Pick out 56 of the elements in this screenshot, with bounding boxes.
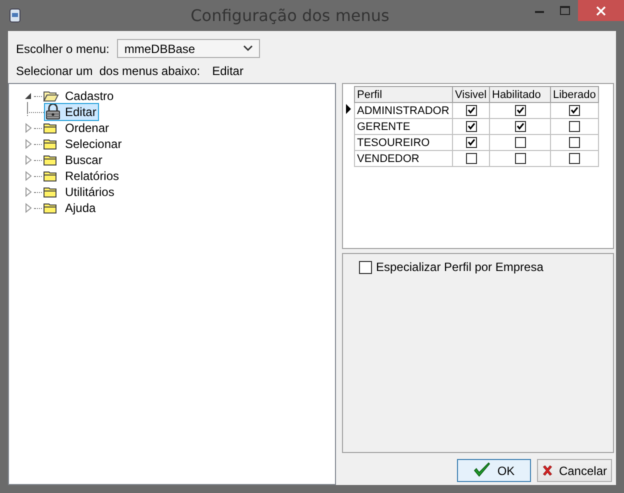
selected-menu-text: Editar — [212, 64, 244, 78]
tree-item[interactable]: Utilitários — [62, 184, 118, 200]
folder-icon — [43, 201, 59, 215]
folder-icon — [43, 153, 59, 167]
table-cell: VENDEDOR — [354, 150, 452, 166]
column-header[interactable]: Visivel — [452, 86, 490, 102]
padlock-icon — [45, 104, 61, 120]
close-button[interactable] — [578, 0, 624, 21]
tree-item[interactable]: Buscar — [62, 152, 106, 168]
checkbox[interactable] — [568, 105, 580, 116]
checkbox[interactable] — [568, 137, 580, 148]
checkbox[interactable] — [359, 260, 372, 274]
folder-icon — [43, 185, 59, 199]
window-title: Configuração dos menus — [190, 6, 390, 25]
close-icon — [596, 6, 606, 16]
open-folder-icon — [43, 89, 59, 103]
tree-item[interactable]: Relatórios — [62, 168, 122, 184]
checkbox[interactable] — [466, 121, 476, 132]
tree-item[interactable]: Cadastro — [62, 88, 117, 104]
table-cell: ADMINISTRADOR — [354, 102, 452, 118]
table-cell: GERENTE — [354, 118, 452, 134]
table-cell: TESOUREIRO — [354, 134, 452, 150]
tree-item[interactable]: Ajuda — [62, 200, 99, 216]
checkbox[interactable] — [568, 121, 580, 132]
field-label: Selecionar um dos menus abaixo: — [16, 64, 200, 78]
checkbox[interactable] — [514, 137, 526, 148]
check-icon — [473, 462, 492, 479]
folder-icon — [43, 137, 59, 151]
checkbox[interactable] — [514, 121, 526, 132]
expand-arrow-icon[interactable] — [24, 171, 32, 181]
field-label: Escolher o menu: — [16, 42, 110, 56]
expand-arrow-icon[interactable] — [24, 123, 32, 133]
menu-dropdown[interactable]: mmeDBBase — [117, 39, 260, 58]
ok-button[interactable]: OK — [457, 459, 531, 482]
checkbox[interactable] — [466, 105, 476, 116]
folder-icon — [43, 121, 59, 135]
tree-item[interactable]: Editar — [44, 103, 100, 121]
checkbox[interactable] — [466, 153, 476, 164]
column-header[interactable]: Liberado — [550, 86, 598, 102]
maximize-icon — [560, 6, 570, 15]
expand-arrow-icon[interactable] — [24, 187, 32, 197]
expand-arrow-icon[interactable] — [24, 203, 32, 213]
tree-item[interactable]: Ordenar — [62, 120, 112, 136]
collapse-arrow-icon[interactable] — [24, 91, 32, 101]
expand-arrow-icon[interactable] — [24, 139, 32, 149]
checkbox[interactable] — [514, 105, 526, 116]
checkbox-label: Especializar Perfil por Empresa — [376, 260, 544, 274]
checkbox[interactable] — [514, 153, 526, 164]
expand-arrow-icon[interactable] — [24, 155, 32, 165]
folder-icon — [43, 169, 59, 183]
column-header[interactable]: Habilitado — [490, 86, 550, 102]
tree-item[interactable]: Selecionar — [62, 136, 125, 152]
cancel-button[interactable]: Cancelar — [537, 459, 612, 482]
checkbox[interactable] — [466, 137, 476, 148]
column-header[interactable]: Perfil — [354, 86, 452, 102]
checkbox[interactable] — [568, 153, 580, 164]
